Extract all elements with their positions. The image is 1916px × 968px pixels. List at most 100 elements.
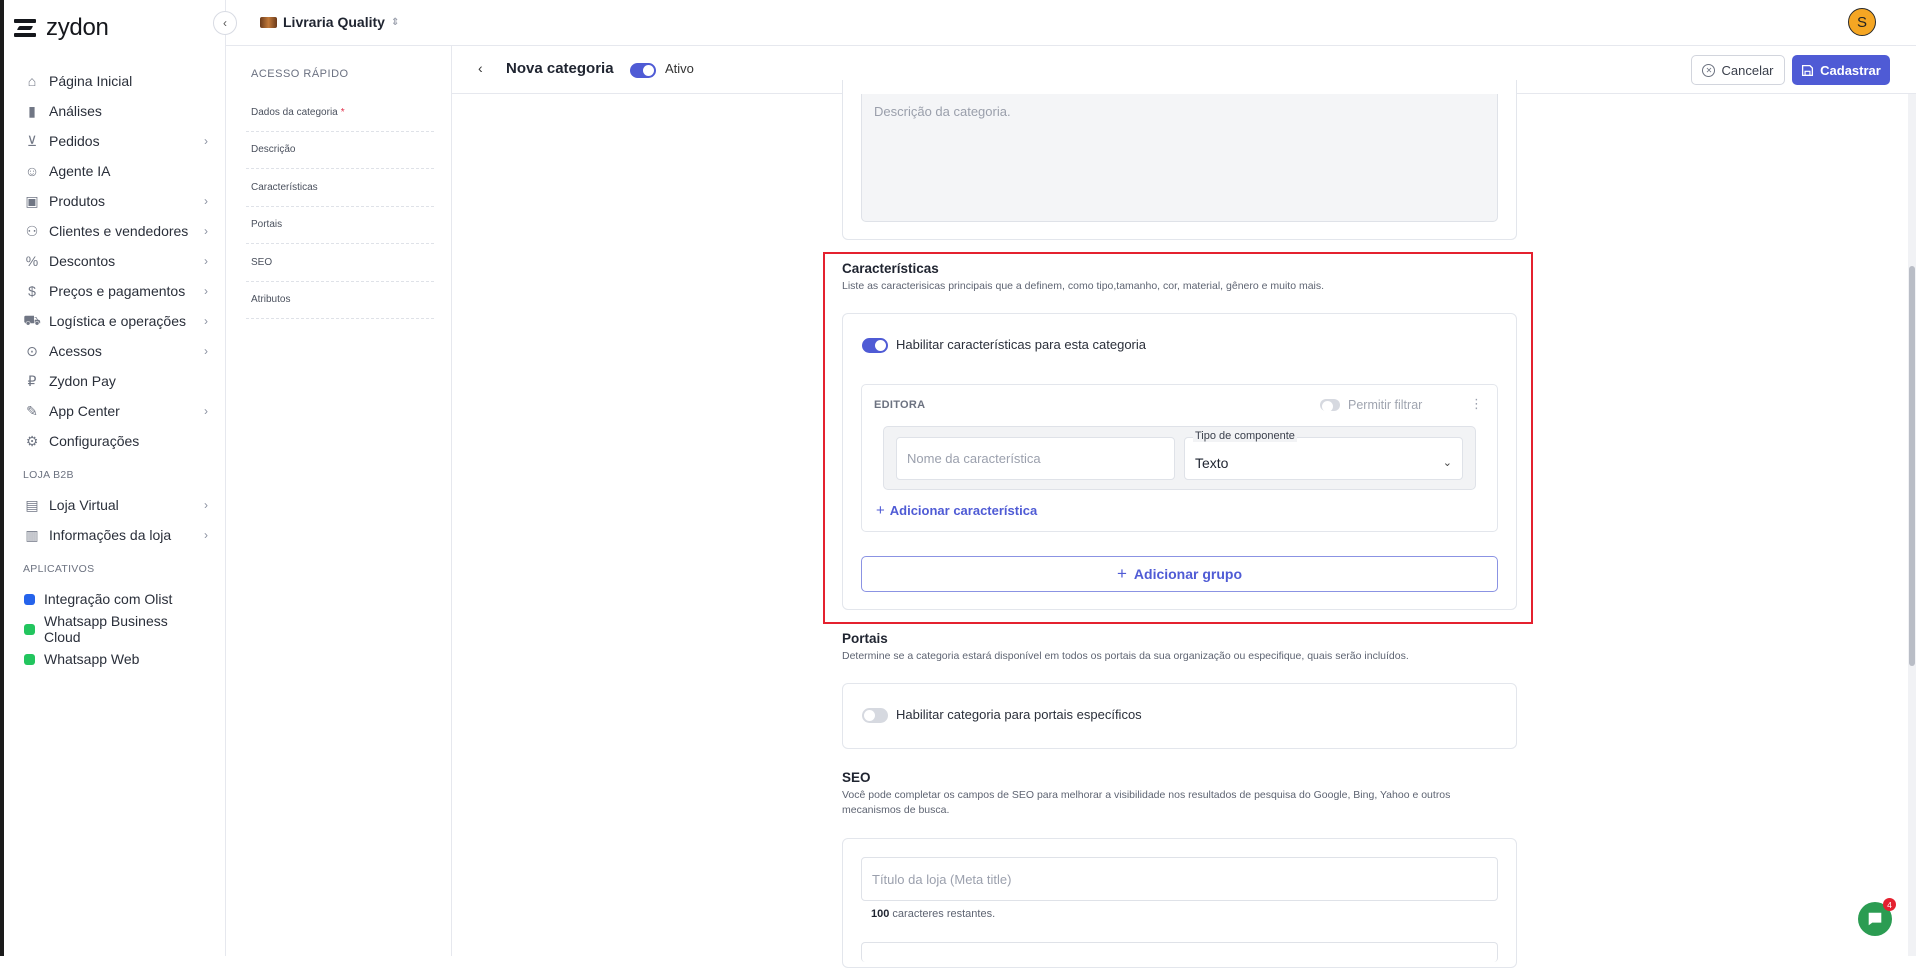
sidebar-item-label: App Center [49, 403, 120, 419]
sidebar-item-label: Clientes e vendedores [49, 223, 189, 239]
close-circle-icon: ✕ [1702, 63, 1716, 77]
meta-title-input[interactable]: Título da loja (Meta title) [861, 857, 1498, 901]
quick-access-item-5[interactable]: Atributos [246, 282, 434, 319]
sidebar-item-label: Zydon Pay [49, 373, 116, 389]
quick-access-list: Dados da categoria * Descrição Característi… [246, 94, 434, 319]
sidebar-item-label: Página Inicial [49, 73, 133, 89]
chevron-right-icon: › [204, 528, 208, 542]
zydon-logo-icon [14, 17, 38, 39]
sidebar-item-0[interactable]: ⌂ Página Inicial [4, 66, 226, 96]
portals-title: Portais [842, 631, 888, 646]
chat-icon [1868, 912, 1882, 926]
whatsapp-icon [24, 623, 35, 635]
sidebar-app-1[interactable]: Whatsapp Business Cloud [4, 613, 226, 645]
sidebar-item-10[interactable]: ₽ Zydon Pay [4, 366, 226, 396]
sidebar-item-11[interactable]: ✎ App Center › [4, 396, 226, 426]
quick-access-item-label: Atributos [251, 294, 291, 306]
section-loja-b2b: LOJA B2B [23, 469, 74, 481]
chevron-right-icon: › [204, 404, 208, 418]
enable-portals-label: Habilitar categoria para portais específ… [896, 707, 1142, 722]
required-marker: * [340, 106, 345, 118]
cart-icon: ⊻ [26, 132, 38, 149]
sidebar-b2b-item-label: Loja Virtual [49, 497, 119, 513]
sidebar-app-2[interactable]: Whatsapp Web [4, 644, 226, 674]
chevron-right-icon: › [204, 254, 208, 268]
sidebar-item-1[interactable]: ▮ Análises [4, 96, 226, 126]
active-toggle[interactable] [630, 63, 656, 78]
chars-remaining-label: caracteres restantes. [892, 908, 996, 920]
robot-icon: ☺ [24, 163, 40, 179]
sidebar-item-label: Descontos [49, 253, 116, 269]
sidebar-item-8[interactable]: ⛟ Logística e operações › [4, 306, 226, 336]
store-selector[interactable]: Livraria Quality ⇕ [260, 14, 399, 30]
user-avatar[interactable]: S [1848, 8, 1876, 36]
sidebar-b2b-item-label: Informações da loja [49, 527, 172, 543]
sidebar-app-0[interactable]: Integração com Olist [4, 584, 226, 614]
store-name: Livraria Quality [283, 14, 385, 30]
scrollbar-thumb[interactable] [1909, 266, 1915, 666]
sidebar-item-label: Logística e operações [49, 313, 186, 329]
sidebar-item-3[interactable]: ☺ Agente IA [4, 156, 226, 186]
quick-access-item-label: Portais [251, 219, 283, 231]
chevron-right-icon: › [204, 224, 208, 238]
page-title: Nova categoria [506, 60, 614, 77]
quick-access-item-1[interactable]: Descrição [246, 132, 434, 169]
sidebar-b2b-item-1[interactable]: ▥ Informações da loja › [4, 520, 226, 550]
sidebar-item-label: Configurações [49, 433, 140, 449]
seo-subtitle-line-2: mecanismos de busca. [842, 804, 950, 816]
sidebar-b2b-item-0[interactable]: ▤ Loja Virtual › [4, 490, 226, 520]
chevron-updown-icon: ⇕ [390, 16, 400, 28]
sidebar-item-label: Pedidos [49, 133, 100, 149]
quick-access-item-0[interactable]: Dados da categoria * [246, 94, 434, 132]
sidebar-app-label: Integração com Olist [44, 591, 173, 607]
info-card-icon: ▥ [25, 526, 39, 543]
cancel-button-label: Cancelar [1721, 62, 1774, 78]
collapse-sidebar-button[interactable]: ‹ [213, 11, 237, 35]
sidebar-item-7[interactable]: $ Preços e pagamentos › [4, 276, 226, 306]
cancel-button[interactable]: ✕ Cancelar [1691, 55, 1785, 85]
chevron-right-icon: › [204, 344, 208, 358]
description-textarea[interactable]: Descrição da categoria. [861, 94, 1498, 222]
lock-icon: ⊙ [26, 342, 38, 359]
save-button[interactable]: Cadastrar [1792, 55, 1890, 85]
dollar-icon: $ [28, 283, 36, 299]
meta-description-input[interactable] [861, 942, 1498, 962]
highlight-box [823, 252, 1533, 624]
whatsapp-icon [24, 653, 35, 665]
sidebar-item-label: Agente IA [49, 163, 111, 179]
main-nav: ⌂ Página Inicial ▮ Análises ⊻ Pedidos › ☺ Agente… [4, 66, 226, 674]
sidebar-item-12[interactable]: ⚙ Configurações [4, 426, 226, 456]
gear-icon: ⚙ [25, 432, 39, 449]
back-button[interactable]: ‹ [478, 60, 483, 76]
seo-subtitle: Você pode completar os campos de SEO par… [842, 788, 1450, 818]
chevron-left-icon: ‹ [223, 16, 227, 30]
chars-remaining-count: 100 [871, 908, 890, 920]
sidebar-item-2[interactable]: ⊻ Pedidos › [4, 126, 226, 156]
quick-access-item-2[interactable]: Características [246, 169, 434, 207]
box-icon: ▣ [25, 192, 39, 209]
pay-icon: ₽ [27, 372, 37, 389]
chevron-right-icon: › [204, 498, 208, 512]
percent-icon: % [25, 253, 39, 269]
sidebar-item-4[interactable]: ▣ Produtos › [4, 186, 226, 216]
sidebar-item-6[interactable]: % Descontos › [4, 246, 226, 276]
sidebar-item-9[interactable]: ⊙ Acessos › [4, 336, 226, 366]
sidebar-app-label: Whatsapp Web [44, 651, 140, 667]
chevron-right-icon: › [204, 314, 208, 328]
save-button-label: Cadastrar [1820, 62, 1881, 78]
enable-portals-toggle[interactable] [862, 708, 888, 723]
sidebar-item-label: Análises [49, 103, 102, 119]
logo[interactable]: zydon [14, 14, 109, 42]
puzzle-icon: ✎ [26, 402, 38, 419]
active-status-label: Ativo [665, 61, 694, 76]
seo-subtitle-line-1: Você pode completar os campos de SEO par… [842, 789, 1451, 801]
users-icon: ⚇ [25, 222, 39, 239]
section-aplicativos: APLICATIVOS [23, 563, 95, 575]
quick-access-panel: ACESSO RÁPIDO Dados da categoria * Descriç… [226, 46, 452, 956]
quick-access-item-4[interactable]: SEO [246, 244, 434, 282]
quick-access-item-label: SEO [251, 256, 273, 268]
sidebar-item-5[interactable]: ⚇ Clientes e vendedores › [4, 216, 226, 246]
sidebar: zydon ⌂ Página Inicial ▮ Análises ⊻ Pedidos › ☺… [4, 0, 226, 956]
quick-access-item-3[interactable]: Portais [246, 207, 434, 244]
quick-access-item-label: Descrição [251, 144, 296, 156]
